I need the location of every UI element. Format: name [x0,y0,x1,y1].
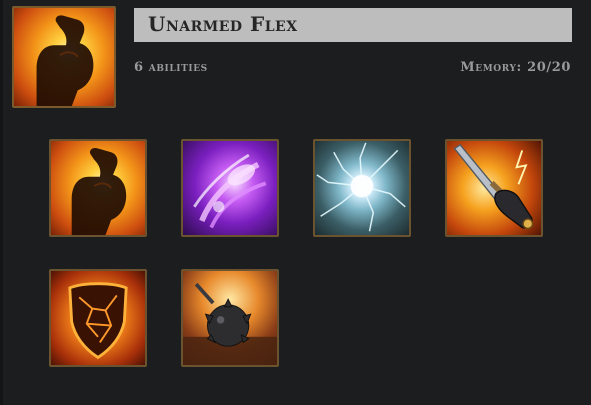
lightning-burst-icon [316,142,406,232]
flexed-arm-icon [36,15,94,106]
gauntlet-sword-icon [453,143,534,230]
ability-set-icon [12,6,116,108]
memory-usage: Memory: 20/20 [460,60,571,75]
flexed-arm-icon [71,148,127,235]
ability-slot-6[interactable] [181,269,279,367]
ability-slot-3[interactable] [313,139,411,237]
ability-slot-4[interactable] [445,139,543,237]
ability-set-title: Unarmed Flex [148,12,298,36]
title-bar: Unarmed Flex [134,8,572,42]
ability-slot-5[interactable] [49,269,147,367]
spiked-bomb-icon [183,282,277,365]
ability-slot-1[interactable] [49,139,147,237]
arcane-energy-icon [193,153,267,229]
left-rail [0,0,3,405]
ability-slot-2[interactable] [181,139,279,237]
ability-count: 6 abilities [134,60,208,75]
molten-shield-icon [68,282,128,360]
